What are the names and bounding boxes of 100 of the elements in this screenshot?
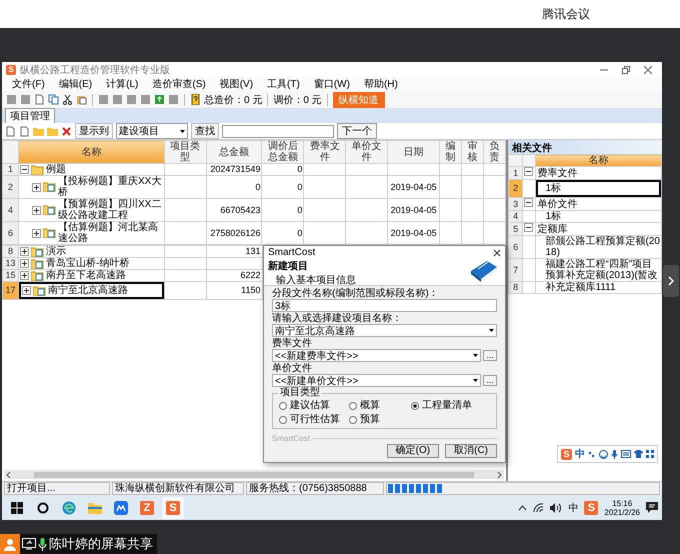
table-cell: 2758026126 [206, 222, 262, 244]
avatar-icon [0, 534, 20, 554]
punctuation-icon[interactable] [588, 450, 596, 458]
display-level-dropdown[interactable]: 建设项目 [116, 123, 188, 139]
collapse-icon[interactable] [20, 165, 29, 174]
scroll-right-icon[interactable] [497, 472, 502, 478]
network-icon[interactable] [533, 502, 544, 512]
menu-item[interactable]: 视图(V) [220, 77, 254, 91]
menu-item[interactable]: 窗口(W) [314, 77, 350, 91]
smiley-icon[interactable] [599, 450, 608, 458]
column-header[interactable]: 单价文件 [346, 140, 388, 164]
file-name[interactable]: 单价文件 [535, 198, 662, 210]
expand-icon[interactable] [20, 271, 29, 280]
column-header[interactable]: 负责 [483, 140, 506, 164]
search-field[interactable] [222, 124, 334, 138]
browse-button[interactable]: ... [483, 350, 497, 361]
close-icon[interactable] [493, 248, 501, 256]
grid-icon[interactable] [98, 94, 109, 105]
combo-box[interactable]: 南宁至北京高速路 [272, 324, 497, 337]
file-name[interactable]: 费率文件 [535, 166, 662, 180]
menu-item[interactable]: 帮助(H) [364, 77, 398, 91]
combo-box[interactable]: <<新建单价文件>> [272, 374, 482, 387]
horizontal-scrollbar[interactable] [4, 470, 504, 479]
document-icon[interactable] [34, 94, 45, 105]
file-name[interactable]: 部颁公路工程预算定额(2018) [535, 236, 662, 258]
scroll-left-icon[interactable] [6, 472, 11, 478]
collapse-icon[interactable] [524, 167, 534, 176]
collapse-icon[interactable] [524, 198, 534, 207]
grid-icon[interactable] [126, 94, 137, 105]
browse-button[interactable]: ... [483, 375, 497, 386]
file-name[interactable]: 1标 [535, 180, 662, 198]
column-header[interactable]: 名称 [18, 140, 164, 164]
tab[interactable]: 项目管理 [5, 108, 55, 123]
side-panel-button[interactable] [663, 265, 679, 297]
file-name[interactable]: 定额库 [535, 222, 662, 236]
file-name[interactable]: 1标 [535, 210, 662, 222]
collapse-icon[interactable] [524, 223, 534, 232]
radio-label[interactable]: 可行性估算 [290, 414, 340, 425]
file-name[interactable]: 福建公路工程“四新”项目预算补充定额(2013)(暂改 [535, 258, 662, 282]
input-field[interactable]: 3标 [272, 299, 497, 312]
keyboard-icon[interactable] [621, 450, 631, 458]
column-header[interactable]: 编制 [440, 140, 462, 164]
menu-item[interactable]: 工具(T) [267, 77, 300, 91]
upload-arrow-icon[interactable] [154, 94, 165, 105]
caret-up-icon[interactable] [518, 504, 528, 510]
expand-icon[interactable] [32, 228, 41, 238]
help-icon[interactable] [190, 94, 201, 105]
new-document-icon[interactable] [5, 126, 16, 136]
clock[interactable]: 15:16 2021/2/26 [604, 498, 640, 516]
cancel-button[interactable]: 取消(C) [445, 444, 497, 458]
menu-item[interactable]: 造价审查(S) [152, 77, 206, 91]
grid-icon[interactable] [20, 94, 31, 105]
copy-icon[interactable] [48, 94, 59, 105]
radio-button[interactable] [411, 402, 419, 410]
menu-item[interactable]: 文件(F) [12, 77, 45, 91]
file-name[interactable]: 补充定额库1111 [535, 282, 662, 294]
volume-icon[interactable] [550, 502, 562, 512]
radio-button[interactable] [349, 416, 357, 424]
shirt-icon[interactable] [634, 450, 643, 458]
close-icon[interactable] [644, 66, 652, 74]
radio-label[interactable]: 预算 [360, 414, 380, 425]
column-header[interactable]: 调价后总金额 [262, 140, 304, 164]
expand-icon[interactable] [20, 247, 29, 256]
combo-box[interactable]: <<新建费率文件>> [272, 349, 482, 362]
column-header[interactable]: 审核 [462, 140, 484, 164]
ok-button[interactable]: 确定(O) [386, 444, 440, 458]
column-header[interactable]: 日期 [388, 140, 440, 164]
expand-icon[interactable] [32, 206, 41, 214]
radio-label[interactable]: 建议估算 [290, 400, 330, 411]
expand-icon[interactable] [22, 286, 31, 295]
grid-icon[interactable] [6, 94, 17, 105]
cut-icon[interactable] [62, 94, 73, 105]
notification-icon[interactable] [646, 502, 658, 513]
grid-icon[interactable] [168, 94, 179, 105]
grid-icon[interactable] [140, 94, 151, 105]
column-header[interactable]: 项目类型 [164, 140, 206, 164]
find-next-button[interactable]: 下一个 [337, 123, 377, 139]
radio-label[interactable]: 工程量清单 [422, 400, 472, 411]
table-cell: 0 [262, 164, 304, 176]
column-header[interactable]: 费率文件 [304, 140, 346, 164]
radio-button[interactable] [279, 402, 287, 410]
expand-icon[interactable] [20, 259, 29, 268]
paste-icon[interactable] [76, 94, 87, 105]
grid-icon[interactable] [646, 450, 654, 458]
radio-label[interactable]: 概算 [360, 400, 380, 411]
restore-icon[interactable] [622, 66, 630, 74]
document-icon[interactable] [19, 126, 30, 136]
folder-document-icon [42, 228, 56, 238]
delete-icon[interactable] [61, 126, 72, 136]
ime-mode[interactable]: 中 [575, 447, 585, 461]
expand-icon[interactable] [32, 182, 41, 192]
menu-item[interactable]: 计算(L) [106, 77, 138, 91]
radio-button[interactable] [279, 416, 287, 424]
column-header[interactable]: 名称 [535, 154, 662, 166]
column-header[interactable]: 总金额 [206, 140, 262, 164]
grid-icon[interactable] [112, 94, 123, 105]
menu-item[interactable]: 编辑(E) [58, 77, 92, 91]
ime-indicator[interactable]: 中 [568, 500, 578, 514]
microphone-icon[interactable] [611, 450, 618, 458]
radio-button[interactable] [349, 402, 357, 410]
